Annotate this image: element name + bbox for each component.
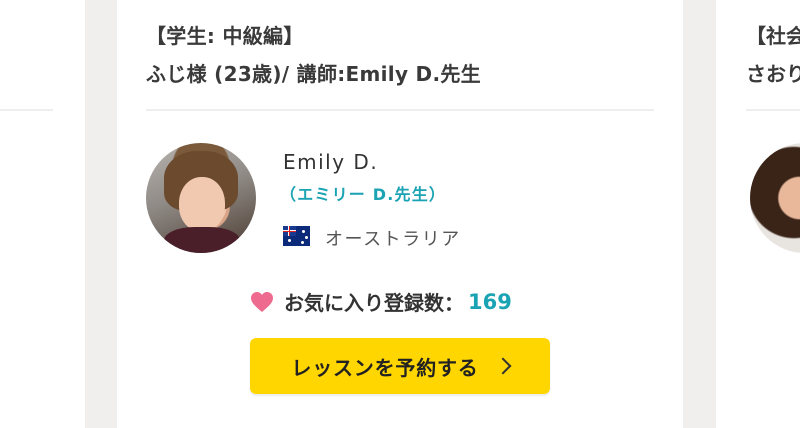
teacher-avatar[interactable]: [750, 143, 800, 253]
reserve-button-label: レッスンを予約する: [291, 355, 479, 380]
favorites-label: お気に入り登録数：: [284, 291, 464, 315]
teacher-name[interactable]: Emily D.: [283, 150, 378, 174]
avatar-shirt: [164, 227, 240, 253]
category-title: 【学生: 中級編】: [146, 24, 304, 48]
teacher-avatar[interactable]: [146, 143, 256, 253]
avatar-face: [179, 177, 225, 231]
student-line: さおり: [746, 62, 800, 86]
card-divider: [0, 109, 53, 111]
story-card: 【学生: 中級編】 ふじ様 (23歳)/ 講師:Emily D.先生 Emily…: [117, 0, 683, 428]
reserve-lesson-button[interactable]: レッスンを予約する: [250, 338, 550, 394]
next-story-card: 【社会 さおり: [716, 0, 800, 428]
card-divider: [746, 109, 800, 111]
category-title: 【社会: [746, 24, 800, 48]
teacher-country: オーストラリア: [325, 229, 461, 250]
previous-story-card: [0, 0, 85, 428]
heart-icon: [251, 291, 273, 312]
favorites-number: 169: [468, 289, 512, 314]
chevron-right-icon: [494, 357, 512, 375]
australia-flag-icon: [283, 226, 310, 246]
student-line: ふじ様 (23歳)/ 講師:Emily D.先生: [146, 62, 481, 86]
teacher-name-japanese: （エミリー D.先生）: [280, 185, 447, 204]
favorites-count: お気に入り登録数： 169: [250, 287, 512, 316]
card-divider: [146, 109, 654, 111]
